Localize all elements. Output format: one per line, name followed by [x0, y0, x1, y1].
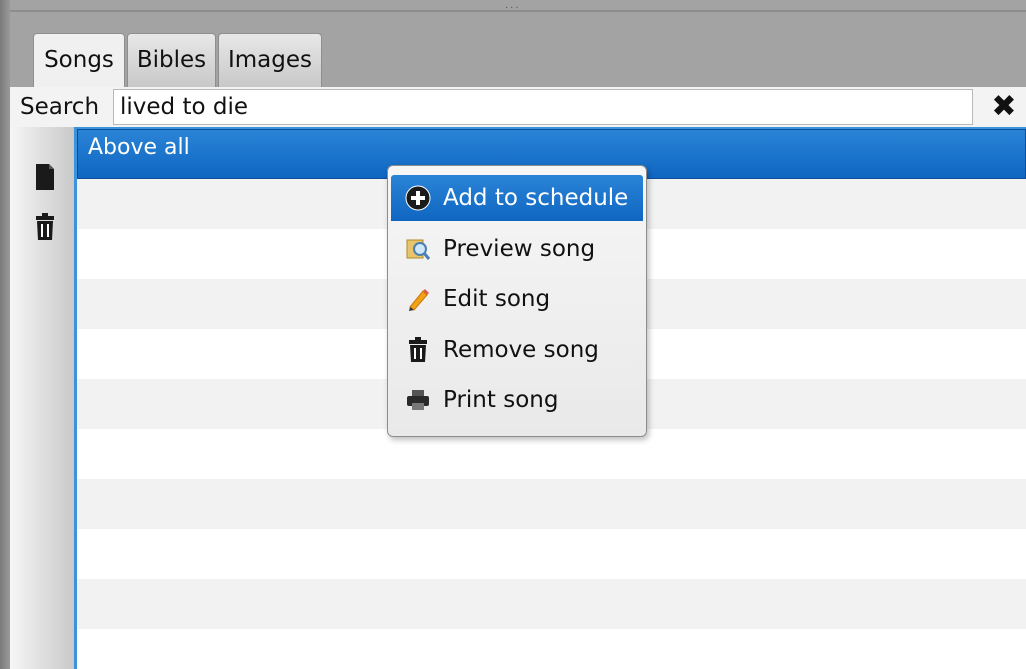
pencil-icon	[409, 289, 429, 311]
menu-item-preview-song[interactable]: Preview song	[391, 226, 643, 272]
close-icon: ✖	[991, 89, 1017, 124]
context-menu: Add to schedule Preview song Edit song R…	[387, 165, 647, 437]
printer-icon	[407, 390, 429, 410]
list-row-empty	[77, 579, 1026, 629]
list-row-empty	[77, 629, 1026, 669]
splitter-grip[interactable]: ···	[505, 4, 529, 14]
clear-search-button[interactable]: ✖	[986, 91, 1022, 123]
list-row-empty	[77, 529, 1026, 579]
menu-item-label: Print song	[443, 387, 559, 413]
tab-bibles[interactable]: Bibles	[127, 33, 216, 87]
add-circle-icon	[405, 185, 431, 211]
menu-item-label: Remove song	[443, 337, 599, 363]
song-toolbar	[10, 127, 74, 669]
search-input[interactable]	[113, 89, 973, 125]
list-row-empty	[77, 479, 1026, 529]
new-document-icon[interactable]	[34, 163, 56, 191]
menu-item-label: Edit song	[443, 286, 551, 312]
menu-item-remove-song[interactable]: Remove song	[391, 327, 643, 373]
menu-item-add-to-schedule[interactable]: Add to schedule	[391, 175, 643, 221]
trash-icon[interactable]	[34, 213, 56, 241]
tab-images[interactable]: Images	[218, 33, 322, 87]
trash-icon	[409, 337, 427, 362]
menu-item-edit-song[interactable]: Edit song	[391, 276, 643, 322]
tab-songs[interactable]: Songs	[33, 33, 125, 88]
search-row: Search ✖	[10, 87, 1026, 127]
menu-item-label: Add to schedule	[443, 185, 629, 211]
search-label: Search	[20, 94, 100, 120]
menu-item-label: Preview song	[443, 236, 596, 262]
preview-icon	[406, 239, 431, 260]
window-left-edge	[0, 0, 10, 669]
menu-item-print-song[interactable]: Print song	[391, 377, 643, 423]
